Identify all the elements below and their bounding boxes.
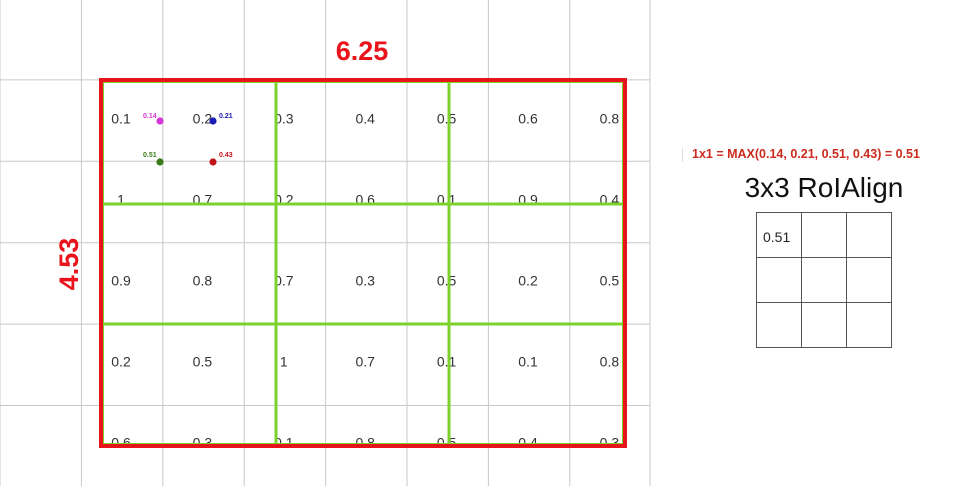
output-grid: 0.51 bbox=[756, 212, 892, 348]
feature-map-grid bbox=[0, 0, 651, 486]
feature-cell-value: 0.8 bbox=[355, 435, 375, 451]
sample-label: 0.43 bbox=[219, 152, 233, 159]
output-cell: 0.51 bbox=[757, 213, 802, 258]
output-cell bbox=[757, 258, 802, 303]
feature-cell-value: 0.7 bbox=[355, 354, 375, 370]
feature-cell-value: 0.3 bbox=[193, 435, 213, 451]
roi-bin-lines bbox=[101, 80, 625, 446]
output-cell-value: 0.51 bbox=[763, 229, 791, 245]
feature-cell-value: 0.5 bbox=[437, 273, 457, 289]
output-cell bbox=[847, 213, 892, 258]
output-cell bbox=[847, 258, 892, 303]
roi-width-label: 6.25 bbox=[336, 36, 389, 66]
feature-cell-value: 0.1 bbox=[437, 354, 457, 370]
output-cell bbox=[847, 303, 892, 348]
feature-cell-value: 0.9 bbox=[111, 273, 131, 289]
sample-point bbox=[209, 158, 217, 166]
sample-point bbox=[209, 117, 217, 125]
sample-points: 0.14 0.21 0.51 0.43 bbox=[143, 113, 233, 166]
feature-cell-value: 0.6 bbox=[518, 111, 538, 127]
feature-cell-value: 0.2 bbox=[111, 354, 131, 370]
roi-height-label: 4.53 bbox=[54, 238, 84, 291]
output-cell bbox=[802, 213, 847, 258]
sample-label: 0.21 bbox=[219, 113, 233, 120]
output-cell bbox=[802, 303, 847, 348]
feature-cell-value: 0.5 bbox=[193, 354, 213, 370]
feature-cell-value: 0.4 bbox=[355, 111, 375, 127]
output-title: 3x3 RoIAlign bbox=[744, 172, 904, 203]
feature-cell-value: 0.8 bbox=[193, 273, 213, 289]
feature-cell-value: 0.3 bbox=[600, 435, 620, 451]
feature-cell-value: 0.2 bbox=[193, 111, 213, 127]
feature-cell-value: 0.5 bbox=[437, 111, 457, 127]
feature-cell-value: 1 bbox=[280, 354, 288, 370]
feature-cell-value: 0.4 bbox=[518, 435, 538, 451]
roi-box bbox=[99, 78, 627, 448]
feature-cell-value: 0.5 bbox=[437, 435, 457, 451]
output-cell bbox=[802, 258, 847, 303]
formula-text: 1x1 = MAX(0.14, 0.21, 0.51, 0.43) = 0.51 bbox=[692, 147, 920, 161]
max-pool-formula: 1x1 = MAX(0.14, 0.21, 0.51, 0.43) = 0.51 bbox=[682, 147, 960, 162]
feature-cell-value: 0.2 bbox=[518, 273, 538, 289]
feature-cell-value: 0.3 bbox=[355, 273, 375, 289]
feature-cell-value: 0.6 bbox=[111, 435, 131, 451]
formula-divider bbox=[682, 148, 683, 162]
sample-point bbox=[156, 158, 164, 166]
feature-cell-value: 0.8 bbox=[600, 111, 620, 127]
feature-cell-value: 0.1 bbox=[518, 354, 538, 370]
output-cell bbox=[757, 303, 802, 348]
feature-cell-value: 0.8 bbox=[600, 354, 620, 370]
sample-label: 0.51 bbox=[143, 152, 157, 159]
sample-label: 0.14 bbox=[143, 113, 157, 120]
feature-cell-value: 0.5 bbox=[600, 273, 620, 289]
feature-cell-value: 0.1 bbox=[111, 111, 131, 127]
sample-point bbox=[156, 117, 164, 125]
